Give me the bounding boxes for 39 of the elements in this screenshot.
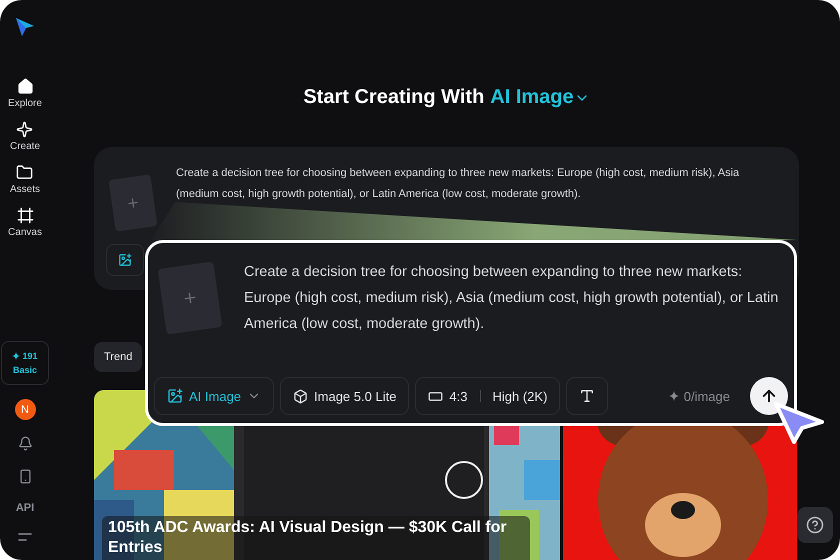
nav-item[interactable]: Assets [10, 164, 40, 195]
nav-item[interactable]: Explore [8, 78, 42, 109]
card-title: 105th ADC Awards: AI Visual Design — $30K Call for Entries [102, 516, 530, 560]
page-heading: Start Creating With [303, 86, 484, 109]
text-icon [579, 388, 596, 404]
plan-label: Basic [12, 365, 38, 375]
sparkle-icon [12, 352, 20, 360]
bell-icon[interactable] [18, 436, 32, 451]
frame-icon [16, 207, 34, 224]
mode-dropdown[interactable]: AI Image [154, 377, 274, 415]
cost-label: 0/image [668, 388, 730, 404]
logo-icon[interactable] [14, 16, 36, 38]
nav-item[interactable]: Canvas [8, 207, 42, 238]
mode-dropdown[interactable]: AI Image [490, 86, 590, 109]
sparkle-icon [16, 121, 34, 138]
model-selector[interactable]: Image 5.0 Lite [280, 377, 410, 415]
quality-label: High (2K) [492, 388, 548, 404]
credit-count: 191 [12, 351, 38, 361]
prompt-text: Create a decision tree for choosing between expanding to three new markets: Europe (high cost, medium risk), Asia (medium cost, high growth potential), or Latin America (low cost, moderate growth). [176, 166, 740, 202]
help-icon [806, 516, 824, 534]
help-button[interactable] [797, 507, 833, 543]
size-selector[interactable]: 4:3 High (2K) [415, 377, 560, 415]
home-icon [16, 78, 34, 95]
prompt-text: Create a decision tree for choosing between expanding to three new markets: Europe (high cost, medium risk), Asia (medium cost, high growth potential), or Latin America (low cost, moderate growth). [244, 263, 780, 334]
ratio-label: 4:3 [449, 388, 468, 404]
menu-icon[interactable] [18, 532, 32, 542]
sparkle-icon [668, 391, 679, 401]
text-style-button[interactable] [566, 377, 608, 415]
cube-icon [293, 388, 308, 404]
api-link[interactable]: API [16, 502, 34, 514]
tab[interactable]: Trend [94, 342, 142, 372]
nav-item[interactable]: Create [10, 121, 40, 152]
image-icon [118, 253, 132, 267]
image-icon [167, 388, 183, 404]
phone-icon[interactable] [18, 469, 32, 484]
send-button[interactable] [750, 377, 788, 415]
mode-chip[interactable] [106, 244, 144, 276]
credits-badge[interactable]: 191 Basic [1, 341, 49, 385]
folder-icon [16, 164, 34, 181]
